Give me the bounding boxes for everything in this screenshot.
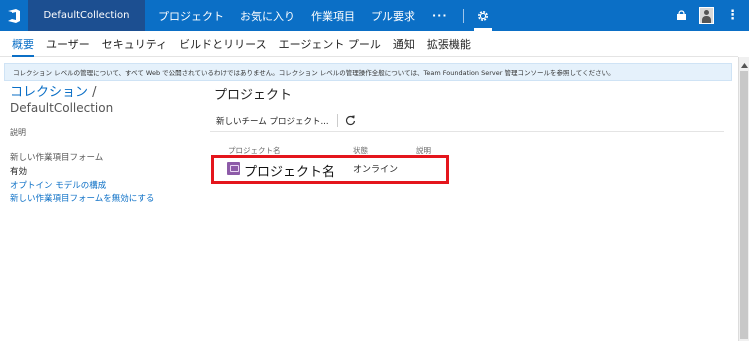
collection-selector[interactable]: DefaultCollection (28, 0, 145, 31)
settings-button[interactable] (470, 0, 496, 31)
work-item-form-heading: 新しい作業項目フォーム (10, 153, 104, 163)
vsts-logo-icon[interactable] (0, 0, 28, 31)
tab-agent-pools[interactable]: エージェント プール (273, 31, 387, 57)
nav-work-items[interactable]: 作業項目 (303, 8, 363, 24)
more-vertical-icon[interactable]: ⋮ (726, 8, 739, 23)
tab-build-release[interactable]: ビルドとリリース (173, 31, 272, 57)
user-avatar-icon[interactable] (699, 7, 714, 24)
top-bar: DefaultCollection プロジェクト お気に入り 作業項目 プル要求… (0, 0, 749, 31)
collection-name: DefaultCollection (10, 101, 114, 115)
scrollbar-thumb[interactable] (740, 71, 748, 339)
collection-breadcrumb-link[interactable]: コレクション (10, 85, 88, 100)
breadcrumb-separator: / (88, 85, 97, 100)
nav-projects[interactable]: プロジェクト (150, 8, 232, 24)
projects-toolbar: 新しいチーム プロジェクト... (210, 110, 724, 132)
configure-optin-link[interactable]: オプトイン モデルの構成 (10, 179, 106, 191)
avatar-head-shape (704, 10, 709, 15)
nav-pull-requests[interactable]: プル要求 (363, 8, 423, 24)
nav-favorites[interactable]: お気に入り (232, 8, 303, 24)
description-label: 説明 (10, 128, 26, 137)
scrollbar-top-spacer (738, 31, 749, 57)
new-team-project-button[interactable]: 新しいチーム プロジェクト... (210, 115, 329, 127)
vertical-scrollbar[interactable] (738, 57, 749, 341)
toolbar-divider (336, 114, 338, 127)
work-item-form-status: 有効 (10, 167, 28, 177)
refresh-icon[interactable] (344, 114, 358, 128)
tab-notifications[interactable]: 通知 (387, 31, 421, 57)
top-navigation: プロジェクト お気に入り 作業項目 プル要求 ··· (150, 0, 496, 31)
highlight-box (211, 155, 449, 184)
tab-users[interactable]: ユーザー (40, 31, 96, 57)
tab-overview[interactable]: 概要 (6, 31, 40, 57)
tab-security[interactable]: セキュリティ (96, 31, 173, 57)
nav-divider (462, 8, 464, 23)
avatar-body-shape (702, 16, 711, 23)
info-banner: コレクション レベルの管理について、すべて Web で公開されているわけではあり… (4, 63, 732, 81)
disable-new-form-link[interactable]: 新しい作業項目フォームを無効にする (10, 192, 154, 204)
tab-extensions[interactable]: 拡張機能 (421, 31, 477, 57)
shopping-bag-icon[interactable] (676, 10, 687, 21)
collection-label: DefaultCollection (43, 10, 130, 21)
info-banner-text: コレクション レベルの管理について、すべて Web で公開されているわけではあり… (13, 69, 615, 77)
scroll-up-icon[interactable] (739, 60, 749, 70)
admin-tabs: 概要 ユーザー セキュリティ ビルドとリリース エージェント プール 通知 拡張… (0, 31, 738, 57)
topbar-right-icons: ⋮ (676, 0, 739, 31)
more-menu-button[interactable]: ··· (423, 9, 457, 22)
breadcrumb: コレクション / (10, 84, 97, 101)
page-title: プロジェクト (214, 88, 293, 103)
gear-icon (477, 10, 488, 21)
